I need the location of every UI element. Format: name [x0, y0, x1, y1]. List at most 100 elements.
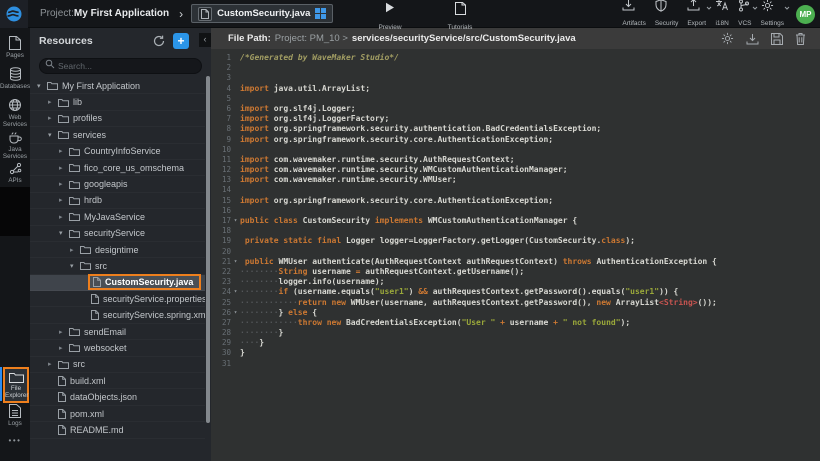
tree-item[interactable]: ▸designtime [30, 242, 205, 258]
tree-item[interactable]: securityService.properties [30, 291, 205, 307]
code-line[interactable]: 13import com.wavemaker.runtime.security.… [214, 175, 820, 185]
tree-item[interactable]: pom.xml [30, 406, 205, 422]
code-line[interactable]: 22········String username = authRequestC… [214, 267, 820, 277]
code-line[interactable]: 5 [214, 94, 820, 104]
collapse-arrow-icon[interactable]: ▾ [48, 131, 58, 139]
grid-icon[interactable] [315, 8, 326, 19]
tree-item[interactable]: ▸fico_core_us_omschema [30, 160, 205, 176]
file-settings-button[interactable] [721, 32, 734, 45]
security-button[interactable]: Security [655, 0, 678, 30]
tree-item[interactable]: ▸sendEmail [30, 324, 205, 340]
tree-item[interactable]: ▸websocket [30, 340, 205, 356]
code-line[interactable]: 15import org.springframework.security.co… [214, 196, 820, 206]
fold-arrow-icon[interactable]: ▾ [231, 308, 240, 318]
tree-item[interactable]: dataObjects.json [30, 389, 205, 405]
code-line[interactable]: 26▾········} else { [214, 308, 820, 318]
project-name[interactable]: My First Application [74, 8, 169, 19]
expand-arrow-icon[interactable]: ▸ [59, 213, 69, 221]
export-button[interactable]: Export [687, 0, 706, 30]
code-line[interactable]: 27············throw new BadCredentialsEx… [214, 318, 820, 328]
collapse-arrow-icon[interactable]: ▾ [70, 262, 80, 270]
tree-item[interactable]: ▸CountryInfoService [30, 144, 205, 160]
tree-item[interactable]: ▸lib [30, 94, 205, 110]
fold-arrow-icon[interactable]: ▾ [231, 257, 240, 267]
code-line[interactable]: 21▾ public WMUser authenticate(AuthReque… [214, 257, 820, 267]
tree-item[interactable]: ▸MyJavaService [30, 209, 205, 225]
search-input[interactable] [39, 58, 202, 74]
code-line[interactable]: 19 private static final Logger logger=Lo… [214, 236, 820, 246]
expand-arrow-icon[interactable]: ▸ [48, 98, 58, 106]
tree-item[interactable]: ▸googleapis [30, 176, 205, 192]
code-line[interactable]: 14 [214, 185, 820, 195]
tree-item[interactable]: CustomSecurity.java [30, 275, 205, 291]
code-line[interactable]: 7import org.slf4j.LoggerFactory; [214, 114, 820, 124]
expand-arrow-icon[interactable]: ▸ [59, 344, 69, 352]
tree-item[interactable]: ▸hrdb [30, 193, 205, 209]
tree-item[interactable]: securityService.spring.xml [30, 307, 205, 323]
code-line[interactable]: 25············return new WMUser(username… [214, 298, 820, 308]
tree-item[interactable]: ▸src [30, 357, 205, 373]
refresh-button[interactable] [151, 33, 167, 49]
tree-item[interactable]: ▾services [30, 127, 205, 143]
add-resource-button[interactable]: + [173, 33, 189, 49]
code-line[interactable]: 31 [214, 359, 820, 369]
tree-item[interactable]: README.md [30, 422, 205, 438]
code-line[interactable]: 29····} [214, 338, 820, 348]
collapse-panel-button[interactable]: ‹ [199, 33, 211, 47]
code-line[interactable]: 16 [214, 206, 820, 216]
tree-item[interactable]: ▾My First Application [30, 78, 205, 94]
code-line[interactable]: 11import com.wavemaker.runtime.security.… [214, 155, 820, 165]
collapse-arrow-icon[interactable]: ▾ [37, 82, 47, 90]
sidebar-item-pages[interactable]: Pages [0, 36, 30, 59]
expand-arrow-icon[interactable]: ▸ [59, 180, 69, 188]
tree-item[interactable]: build.xml [30, 373, 205, 389]
code-line[interactable]: 18 [214, 226, 820, 236]
expand-arrow-icon[interactable]: ▸ [48, 360, 58, 368]
code-line[interactable]: 12import com.wavemaker.runtime.security.… [214, 165, 820, 175]
code-line[interactable]: 1/*Generated by WaveMaker Studio*/ [214, 53, 820, 63]
sidebar-item-apis[interactable]: APIs [0, 162, 30, 184]
tree-item[interactable]: ▾src [30, 258, 205, 274]
wavemaker-logo[interactable] [0, 0, 28, 28]
user-avatar[interactable]: MP [796, 5, 815, 24]
code-line[interactable]: 20 [214, 247, 820, 257]
artifacts-button[interactable]: Artifacts [622, 0, 645, 30]
expand-arrow-icon[interactable]: ▸ [59, 328, 69, 336]
expand-arrow-icon[interactable]: ▸ [59, 164, 69, 172]
collapse-arrow-icon[interactable]: ▾ [59, 229, 69, 237]
more-options-button[interactable]: ••• [0, 436, 30, 445]
sidebar-item-web-services[interactable]: Web Services [0, 98, 30, 128]
tree-item[interactable]: ▾securityService [30, 226, 205, 242]
code-line[interactable]: 6import org.slf4j.Logger; [214, 104, 820, 114]
vcs-button[interactable]: VCS [738, 0, 751, 30]
download-file-button[interactable] [746, 33, 759, 45]
code-line[interactable]: 17▾public class CustomSecurity implement… [214, 216, 820, 226]
panel-scrollbar[interactable] [206, 76, 210, 423]
code-line[interactable]: 10 [214, 145, 820, 155]
code-line[interactable]: 2 [214, 63, 820, 73]
code-line[interactable]: 23········logger.info(username); [214, 277, 820, 287]
expand-arrow-icon[interactable]: ▸ [59, 147, 69, 155]
code-line[interactable]: 8import org.springframework.security.aut… [214, 124, 820, 134]
sidebar-item-logs[interactable]: Logs [0, 404, 30, 427]
open-file-tab[interactable]: CustomSecurity.java [191, 4, 333, 23]
delete-file-button[interactable] [795, 32, 806, 45]
code-line[interactable]: 30} [214, 348, 820, 358]
code-line[interactable]: 3 [214, 73, 820, 83]
expand-arrow-icon[interactable]: ▸ [70, 246, 80, 254]
expand-arrow-icon[interactable]: ▸ [59, 196, 69, 204]
sidebar-item-file-explorer[interactable]: File Explorer [3, 367, 29, 403]
tree-item[interactable]: ▸profiles [30, 111, 205, 127]
code-line[interactable]: 24▾········if (username.equals("user1") … [214, 287, 820, 297]
save-file-button[interactable] [771, 33, 783, 45]
code-line[interactable]: 9import org.springframework.security.cor… [214, 135, 820, 145]
code-line[interactable]: 28········} [214, 328, 820, 338]
code-line[interactable]: 4import java.util.ArrayList; [214, 84, 820, 94]
sidebar-item-java-services[interactable]: Java Services [0, 131, 30, 160]
fold-arrow-icon[interactable]: ▾ [231, 216, 240, 226]
code-editor[interactable]: 1/*Generated by WaveMaker Studio*/234imp… [211, 49, 820, 461]
i18n-button[interactable]: i18N [715, 0, 729, 30]
settings-button[interactable]: Settings [761, 0, 785, 30]
expand-arrow-icon[interactable]: ▸ [48, 114, 58, 122]
sidebar-item-databases[interactable]: Databases [0, 67, 30, 90]
